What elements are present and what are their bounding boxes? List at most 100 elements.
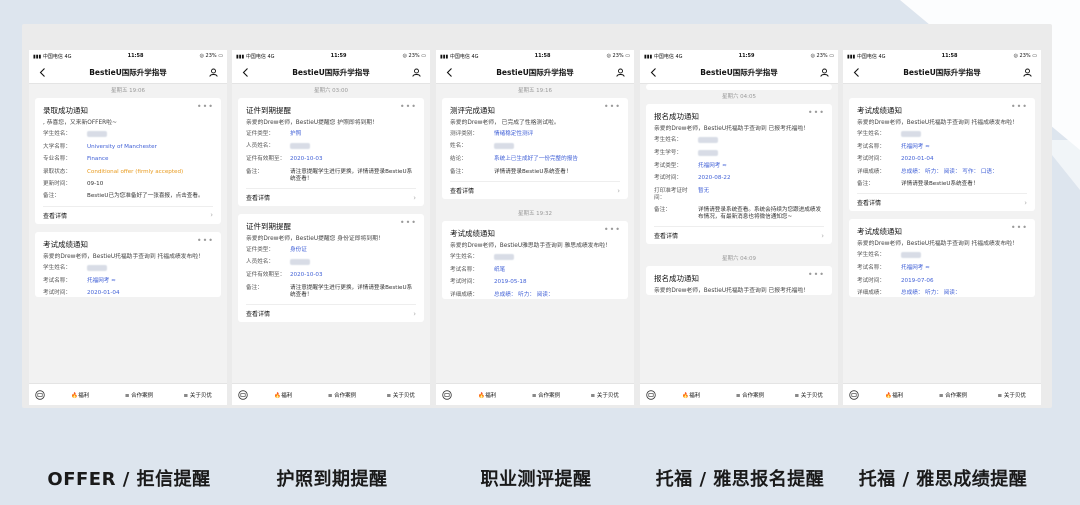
battery-icon: ▭ [218, 53, 223, 59]
field-value [901, 252, 1027, 260]
tab-about[interactable]: ≡ 关于贝优 [371, 391, 430, 399]
tab-cases[interactable]: ≡ 合作案例 [517, 391, 576, 399]
card-field-row: 录取状态： Conditional offer (firmly accepted) [43, 169, 213, 176]
status-time: 11:59 [738, 53, 755, 59]
back-chevron-icon[interactable] [238, 66, 252, 80]
keyboard-icon[interactable] [640, 389, 662, 400]
status-bar: ▮▮▮ 中国电信 4G 11:58 ◎ 23% ▭ [29, 50, 227, 62]
card-title: 考试成绩通知 [857, 227, 902, 237]
bottom-tab-bar: 🔥福利 ≡ 合作案例 ≡ 关于贝优 [436, 383, 634, 405]
card-field-row: 证件类型： 护照 [246, 131, 416, 138]
user-icon[interactable] [614, 66, 628, 80]
field-value: 托福网考 ≈ [901, 265, 930, 272]
field-label: 测评类别： [450, 131, 478, 137]
tab-about[interactable]: ≡ 关于贝优 [575, 391, 634, 399]
card-field-row: 考试名称： 托福网考 ≈ [857, 265, 1027, 272]
card-intro: 亲爱的Drew老师，BestieU雅思助手查询到 雅思成绩发布啦！ [450, 243, 611, 250]
keyboard-icon[interactable] [232, 389, 254, 400]
tab-about[interactable]: ≡ 关于贝优 [982, 391, 1041, 399]
field-value: 托福网考 ≈ [901, 143, 930, 150]
more-options-icon[interactable]: ••• [604, 225, 621, 234]
keyboard-icon[interactable] [29, 389, 51, 400]
keyboard-icon[interactable] [436, 389, 458, 400]
tab-cases[interactable]: ≡ 合作案例 [924, 391, 983, 399]
chevron-right-icon: › [1024, 198, 1027, 207]
message-list[interactable]: 考试成绩通知 ••• 亲爱的Drew老师，BestieU托福助手查询到 托福成绩发布… [843, 84, 1041, 383]
view-details-link[interactable]: 查看详情 › [43, 205, 213, 224]
card-field-row: 学生姓名： [857, 131, 1027, 139]
user-icon[interactable] [818, 66, 832, 80]
field-label: 结论： [450, 156, 467, 163]
tab-about[interactable]: ≡ 关于贝优 [779, 391, 838, 399]
view-details-link[interactable]: 查看详情 › [450, 181, 620, 199]
card-title: 证件到期提醒 [246, 222, 291, 232]
field-label: 录取状态： [43, 168, 71, 175]
user-icon[interactable] [1021, 66, 1035, 80]
tab-welfare[interactable]: 🔥福利 [865, 391, 924, 399]
tab-welfare[interactable]: 🔥福利 [51, 391, 110, 399]
message-list[interactable]: 星期六 04:05 报名成功通知 ••• 亲爱的Drew老师，BestieU托福助手查… [640, 84, 838, 383]
tab-cases[interactable]: ≡ 合作案例 [721, 391, 780, 399]
tab-cases[interactable]: ≡ 合作案例 [313, 391, 372, 399]
message-list[interactable]: 星期五 19:06 录取成功通知 ••• , 恭喜您，又来新OFFER啦~ 学生姓名： 大… [29, 84, 227, 383]
status-bar: ▮▮▮ 中国电信 4G 11:59 ◎ 23% ▭ [232, 50, 430, 62]
more-options-icon[interactable]: ••• [197, 102, 214, 111]
field-value: 2020-08-22 [698, 175, 731, 182]
user-icon[interactable] [207, 66, 221, 80]
view-details-link[interactable]: 查看详情 › [654, 226, 824, 244]
field-label: 考试时间： [857, 156, 885, 163]
message-list[interactable]: 星期五 19:16 测评完成通知 ••• 亲爱的Drew老师， 已完成了性格测试啦。测… [436, 84, 634, 383]
signal-icon: ▮▮▮ [236, 53, 245, 60]
more-options-icon[interactable]: ••• [400, 218, 417, 227]
view-details-link[interactable]: 查看详情 › [246, 304, 416, 322]
field-value: 2019-05-18 [494, 279, 527, 286]
tab-welfare[interactable]: 🔥福利 [662, 391, 721, 399]
more-options-icon[interactable]: ••• [400, 102, 417, 111]
field-value: 请注意提醒学生进行更换，详情请登录BestieU系统查看！ [290, 168, 413, 182]
card-field-row: 考生姓名： [654, 137, 824, 145]
status-bar: ▮▮▮ 中国电信 4G 11:59 ◎ 23% ▭ [640, 50, 838, 62]
tab-about[interactable]: ≡ 关于贝优 [168, 391, 227, 399]
card-field-row: 备注： BestieU已为您准备好了一张喜报，点击查看。 [43, 193, 213, 200]
back-chevron-icon[interactable] [849, 66, 863, 80]
field-value: 详情请登录系统查看。系统会持续为您跟进成绩发布情况，有最新消息也将微信通知您~ [698, 206, 822, 220]
tab-welfare[interactable]: 🔥福利 [254, 391, 313, 399]
field-label: 详细成绩： [450, 291, 478, 298]
field-label: 大学名称： [43, 143, 71, 150]
back-chevron-icon[interactable] [35, 66, 49, 80]
card-field-row: 证件有效期至： 2020-10-03 [246, 272, 416, 279]
more-options-icon[interactable]: ••• [808, 270, 825, 279]
signal-icon: ▮▮▮ [847, 53, 856, 60]
field-label: 考试名称： [450, 266, 478, 273]
view-details-link[interactable]: 查看详情 › [246, 188, 416, 206]
card-field-row: 备注： 详情请登录BestieU系统查看！ [857, 181, 1027, 188]
card-title: 报名成功通知 [654, 112, 699, 121]
user-icon[interactable] [410, 66, 424, 80]
phone-screen: ▮▮▮ 中国电信 4G 11:58 ◎ 23% ▭ BestieU国际升学指导 … [436, 50, 634, 405]
view-details-link[interactable]: 查看详情 › [857, 193, 1027, 211]
back-chevron-icon[interactable] [646, 66, 660, 80]
signal-icon: ▮▮▮ [440, 53, 449, 60]
back-chevron-icon[interactable] [442, 66, 456, 80]
field-value: 详情请登录BestieU系统查看！ [494, 168, 572, 175]
keyboard-icon[interactable] [843, 389, 865, 400]
field-label: 学生姓名： [450, 254, 478, 261]
battery-icon: ▭ [829, 53, 834, 59]
battery-status: ◎ 23% ▭ [810, 53, 834, 59]
app-title: BestieU国际升学指导 [496, 68, 574, 77]
more-options-icon[interactable]: ••• [1011, 223, 1028, 232]
tab-cases[interactable]: ≡ 合作案例 [110, 391, 169, 399]
more-options-icon[interactable]: ••• [808, 108, 825, 117]
status-bar: ▮▮▮ 中国电信 4G 11:58 ◎ 23% ▭ [843, 50, 1041, 62]
card-title: 录取成功通知 [43, 106, 88, 115]
card-field-row: 打印准考证时间： 暂无 [654, 188, 824, 202]
tab-welfare[interactable]: 🔥福利 [458, 391, 517, 399]
more-options-icon[interactable]: ••• [1011, 102, 1028, 111]
field-value [494, 254, 620, 262]
message-list[interactable]: 星期六 03:00 证件到期提醒 ••• 亲爱的Drew老师，BestieU提醒您 护… [232, 84, 430, 383]
field-value: 请注意提醒学生进行更换，详情请登录BestieU系统查看！ [290, 284, 413, 298]
field-value: 2020-10-03 [290, 156, 323, 163]
view-details-label: 查看详情 [654, 233, 679, 241]
more-options-icon[interactable]: ••• [197, 236, 214, 245]
more-options-icon[interactable]: ••• [604, 102, 621, 111]
